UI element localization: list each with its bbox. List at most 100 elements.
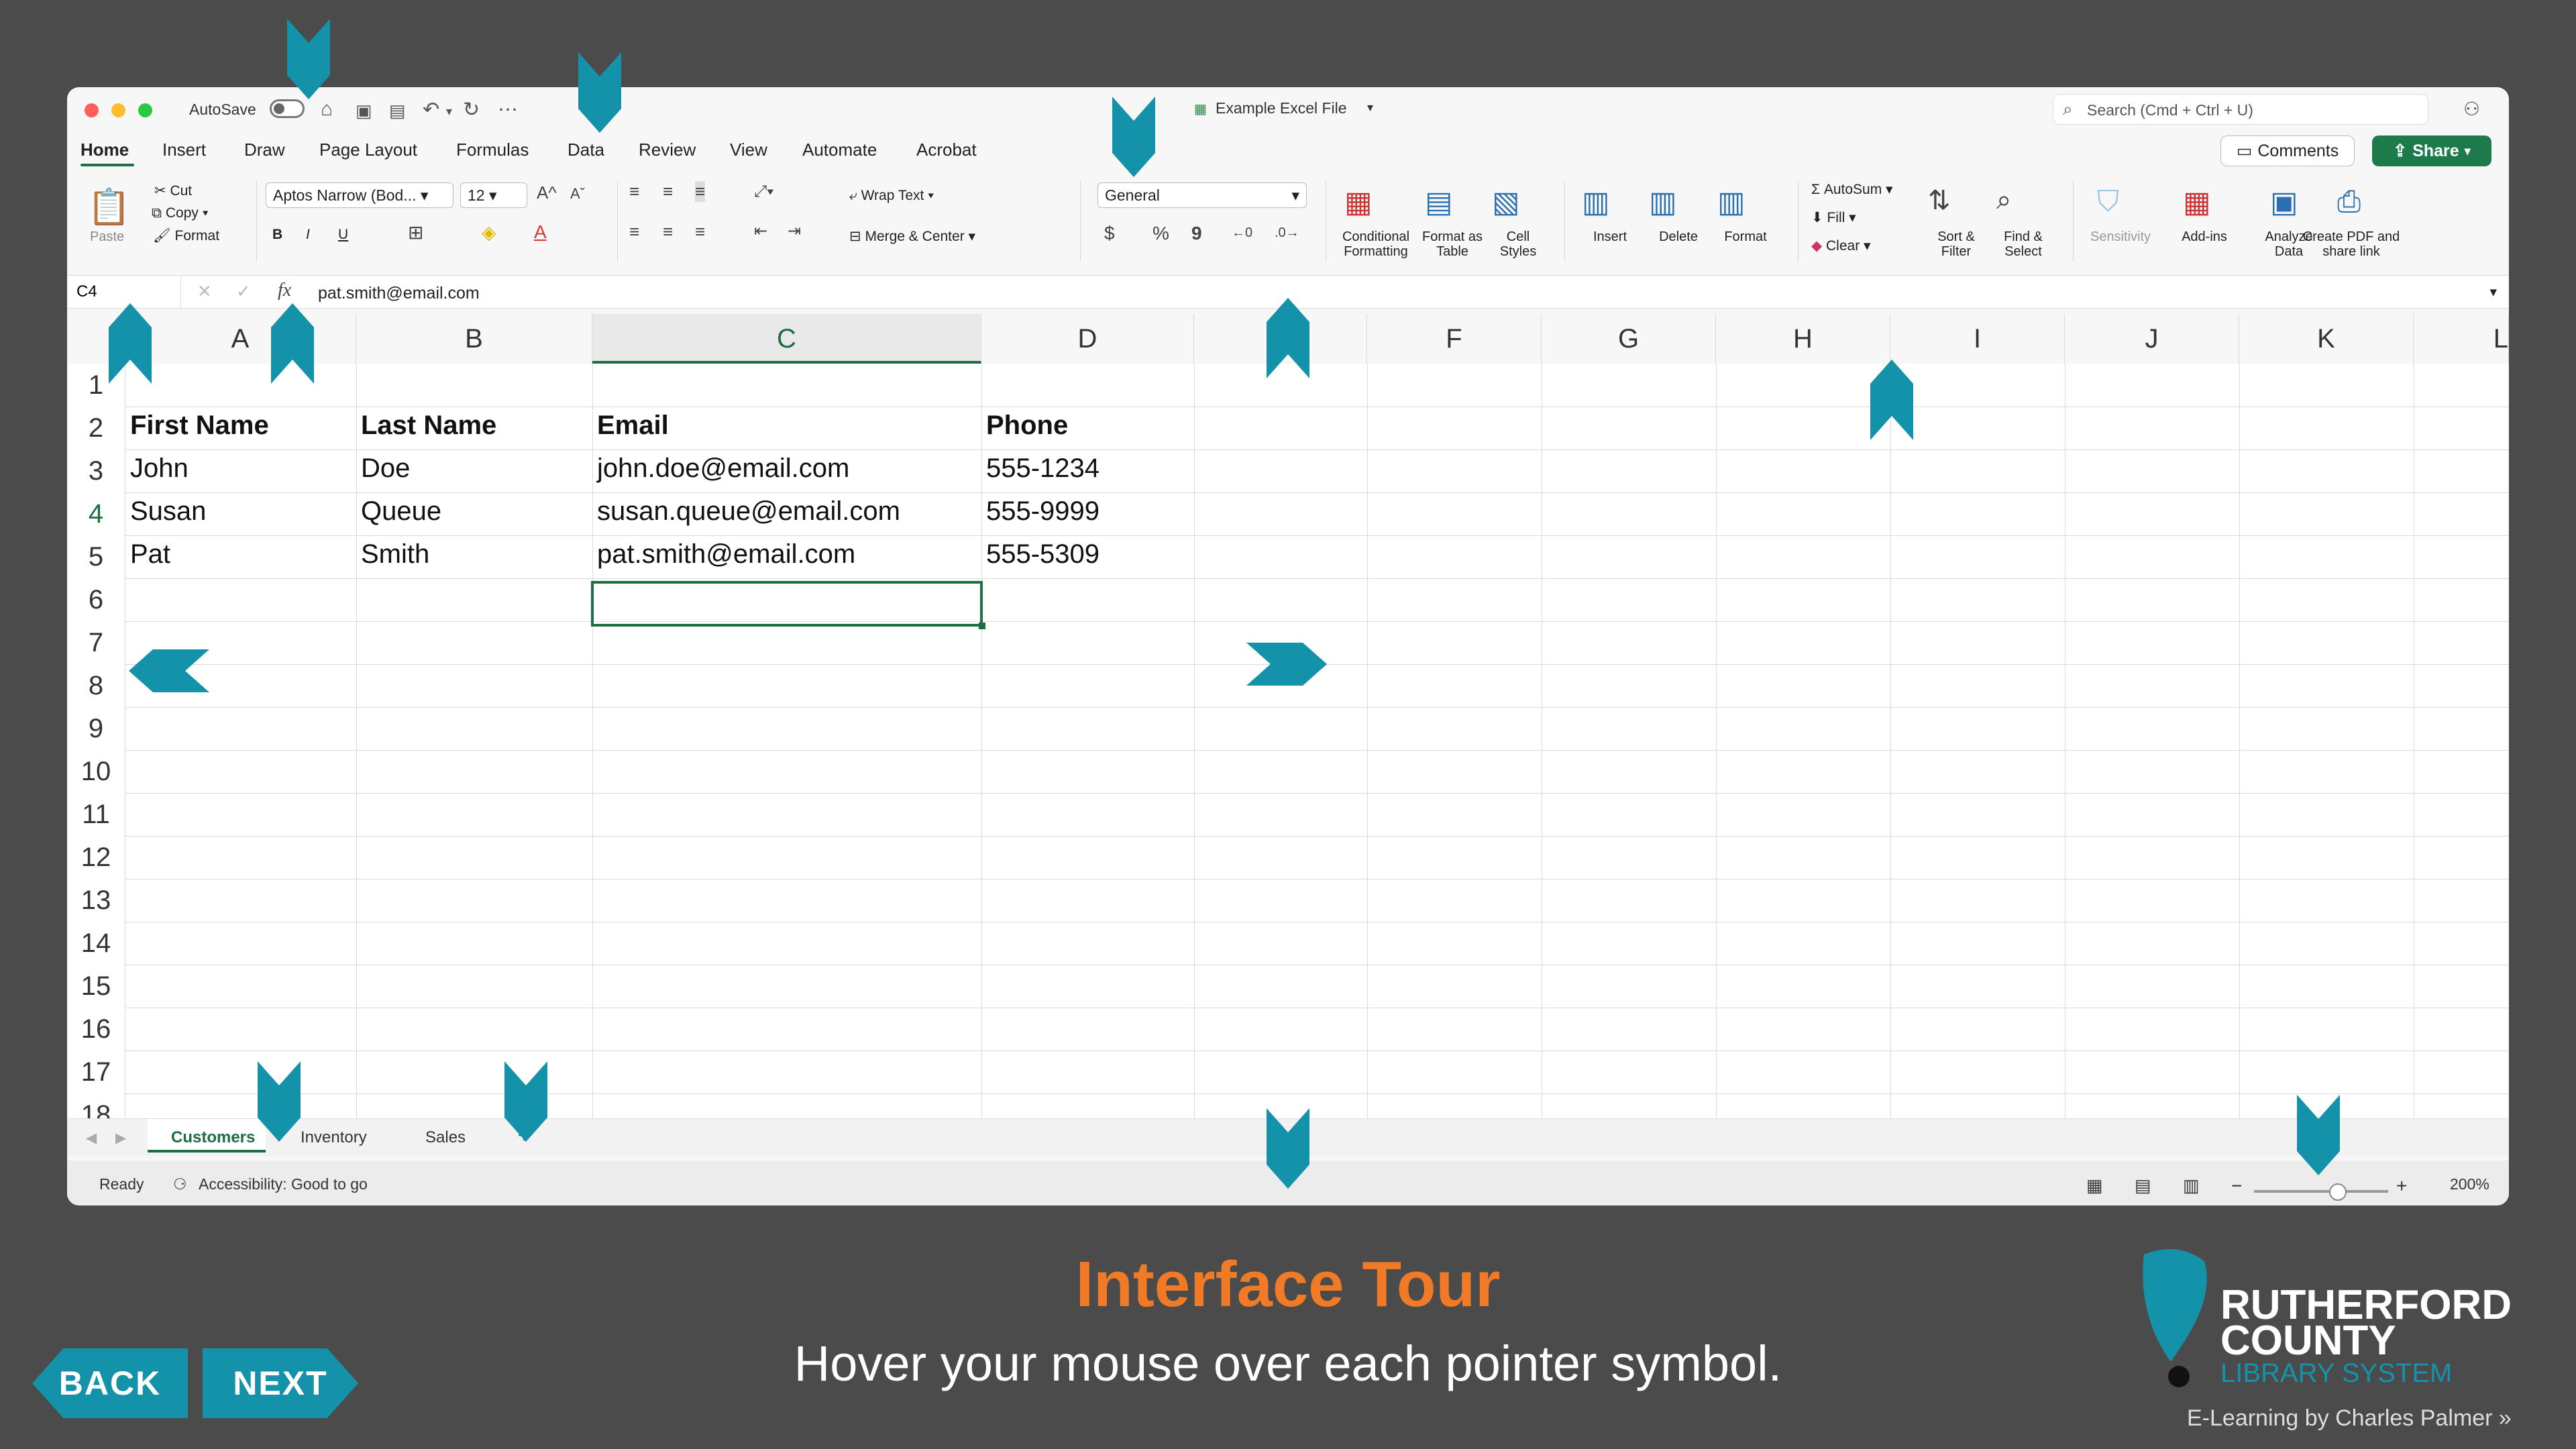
sensitivity-label[interactable]: Sensitivity xyxy=(2084,229,2157,244)
wrap-text-button[interactable]: ⤶ Wrap Text ▾ xyxy=(849,188,934,204)
find-select-icon[interactable]: ⌕ xyxy=(1996,185,2011,215)
format-cells-icon[interactable]: ▥ xyxy=(1717,185,1746,219)
row-header-13[interactable]: 13 xyxy=(67,885,125,928)
bold-button[interactable]: B xyxy=(272,227,282,243)
cell-c4[interactable]: pat.smith@email.com xyxy=(597,539,855,570)
cell-a4[interactable]: Pat xyxy=(130,539,170,570)
zoom-out-button[interactable]: − xyxy=(2231,1175,2242,1197)
row-header-15[interactable]: 15 xyxy=(67,971,125,1014)
row-header-4[interactable]: 4 xyxy=(67,499,125,542)
decrease-font-size-icon[interactable]: Aˇ xyxy=(570,185,585,203)
autosave-toggle[interactable] xyxy=(270,99,305,118)
format-painter-button[interactable]: 🖌 Format xyxy=(153,228,219,244)
add-ins-icon[interactable]: ▦ xyxy=(2183,185,2211,219)
scroll-sheets-right-icon[interactable]: ▶ xyxy=(115,1130,126,1146)
column-header-d[interactable]: D xyxy=(981,314,1194,364)
minimize-window-button[interactable] xyxy=(111,103,125,117)
fill-color-icon[interactable]: ◈ xyxy=(482,221,496,244)
credit-link[interactable]: E-Learning by Charles Palmer » xyxy=(2187,1405,2512,1432)
active-cell-c4[interactable] xyxy=(591,581,983,627)
decrease-indent-icon[interactable]: ⇤ xyxy=(754,221,767,241)
sort-filter-label[interactable]: Sort & Filter xyxy=(1923,229,1990,259)
autosum-button[interactable]: Σ AutoSum ▾ xyxy=(1811,181,1893,198)
font-name-dropdown[interactable]: Aptos Narrow (Bod... ▾ xyxy=(266,182,453,208)
tab-draw[interactable]: Draw xyxy=(244,140,285,160)
currency-button[interactable]: $ xyxy=(1104,223,1115,244)
font-size-dropdown[interactable]: 12 ▾ xyxy=(460,182,527,208)
create-pdf-label[interactable]: Create PDF and share link xyxy=(2296,229,2407,259)
column-header-g[interactable]: G xyxy=(1542,314,1716,364)
maximize-window-button[interactable] xyxy=(138,103,152,117)
column-header-c[interactable]: C xyxy=(592,314,981,364)
column-header-k[interactable]: K xyxy=(2239,314,2414,364)
tab-page-layout[interactable]: Page Layout xyxy=(319,140,417,160)
worksheet-grid[interactable]: A B C D F G H I J K L 1 2 3 4 5 6 7 8 9 10 11 12 13 1… xyxy=(67,314,2509,1137)
cell-d1[interactable]: Phone xyxy=(986,411,1068,441)
sheet-tab-customers[interactable]: Customers xyxy=(171,1128,255,1147)
cell-d3[interactable]: 555-9999 xyxy=(986,496,1099,527)
tab-insert[interactable]: Insert xyxy=(162,140,206,160)
add-ins-label[interactable]: Add-ins xyxy=(2174,229,2235,244)
tab-formulas[interactable]: Formulas xyxy=(456,140,529,160)
zoom-slider-handle[interactable] xyxy=(2329,1183,2347,1201)
row-header-2[interactable]: 2 xyxy=(67,413,125,456)
page-break-view-icon[interactable]: ▥ xyxy=(2183,1175,2200,1196)
row-header-10[interactable]: 10 xyxy=(67,757,125,800)
increase-decimal-icon[interactable]: ←0 xyxy=(1232,225,1252,241)
normal-view-icon[interactable]: ▦ xyxy=(2086,1175,2103,1196)
row-header-6[interactable]: 6 xyxy=(67,585,125,628)
format-cells-label[interactable]: Format xyxy=(1712,229,1779,244)
row-header-12[interactable]: 12 xyxy=(67,843,125,885)
sensitivity-icon[interactable]: ⛉ xyxy=(2097,185,2119,219)
paste-icon[interactable]: 📋 xyxy=(87,186,131,227)
row-header-17[interactable]: 17 xyxy=(67,1057,125,1100)
tab-data[interactable]: Data xyxy=(568,140,604,160)
fill-button[interactable]: ⬇ Fill ▾ xyxy=(1811,209,1856,226)
cell-a2[interactable]: John xyxy=(130,453,189,484)
orientation-icon[interactable]: ⤢▾ xyxy=(754,182,773,201)
delete-cells-label[interactable]: Delete xyxy=(1645,229,1712,244)
zoom-level[interactable]: 200% xyxy=(2450,1175,2489,1193)
accessibility-icon[interactable]: ⚆ xyxy=(173,1175,187,1193)
tab-home[interactable]: Home xyxy=(80,140,129,160)
file-name-chevron-icon[interactable]: ▾ xyxy=(1367,101,1373,115)
sheet-tab-inventory[interactable]: Inventory xyxy=(301,1128,367,1147)
percent-button[interactable]: % xyxy=(1152,223,1169,244)
cancel-edit-icon[interactable]: ✕ xyxy=(197,281,212,302)
page-layout-view-icon[interactable]: ▤ xyxy=(2135,1175,2151,1196)
confirm-edit-icon[interactable]: ✓ xyxy=(236,281,251,302)
column-header-h[interactable]: H xyxy=(1716,314,1890,364)
insert-cells-label[interactable]: Insert xyxy=(1576,229,1644,244)
fill-handle[interactable] xyxy=(979,623,985,629)
cell-d4[interactable]: 555-5309 xyxy=(986,539,1099,570)
font-color-icon[interactable]: A xyxy=(534,221,547,243)
formula-input[interactable]: pat.smith@email.com xyxy=(318,284,480,303)
cell-c3[interactable]: susan.queue@email.com xyxy=(597,496,900,527)
tab-acrobat[interactable]: Acrobat xyxy=(916,140,977,160)
sort-filter-icon[interactable]: ⇅ xyxy=(1928,185,1951,216)
name-box[interactable]: C4 xyxy=(67,276,181,308)
home-icon[interactable]: ⌂ xyxy=(321,98,333,121)
copy-button[interactable]: ⧉ Copy ▾ xyxy=(152,205,209,221)
analyze-data-icon[interactable]: ▣ xyxy=(2270,185,2298,219)
expand-formula-bar-icon[interactable]: ▾ xyxy=(2489,284,2497,301)
search-input[interactable]: Search (Cmd + Ctrl + U) xyxy=(2087,101,2253,119)
delete-cells-icon[interactable]: ▥ xyxy=(1649,185,1677,219)
tab-automate[interactable]: Automate xyxy=(802,140,877,160)
borders-icon[interactable]: ⊞ xyxy=(408,221,423,244)
cell-a1[interactable]: First Name xyxy=(130,411,269,441)
cell-c2[interactable]: john.doe@email.com xyxy=(597,453,849,484)
cell-c1[interactable]: Email xyxy=(597,411,669,441)
row-header-5[interactable]: 5 xyxy=(67,542,125,585)
merge-center-button[interactable]: ⊟ Merge & Center ▾ xyxy=(849,228,975,245)
column-header-f[interactable]: F xyxy=(1367,314,1542,364)
row-header-1[interactable]: 1 xyxy=(67,370,125,413)
save-icon[interactable]: ▣ xyxy=(356,101,372,121)
next-button[interactable]: NEXT xyxy=(203,1348,358,1418)
collaborate-icon[interactable]: ⚇ xyxy=(2463,98,2480,120)
align-center-icon[interactable]: ≡ xyxy=(663,221,673,242)
column-header-a[interactable]: A xyxy=(125,314,356,364)
row-header-14[interactable]: 14 xyxy=(67,928,125,971)
row-header-16[interactable]: 16 xyxy=(67,1014,125,1057)
increase-font-size-icon[interactable]: A^ xyxy=(537,182,557,203)
